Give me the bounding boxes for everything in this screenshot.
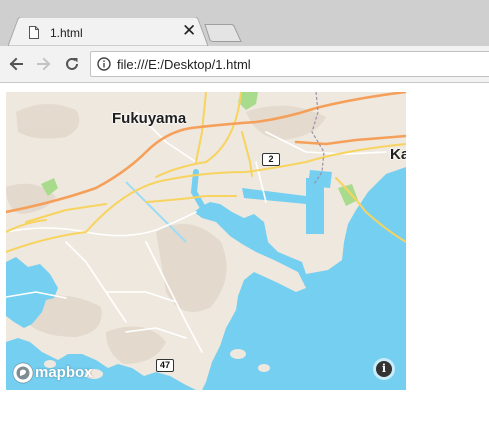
- mapbox-logo-text: mapbox: [35, 364, 93, 381]
- place-label-ka: Ka: [390, 146, 406, 163]
- back-arrow-icon[interactable]: [7, 55, 25, 73]
- info-icon: i: [376, 361, 392, 377]
- browser-toolbar: file:///E:/Desktop/1.html: [0, 46, 489, 83]
- route-shield-2: 2: [262, 153, 280, 166]
- new-tab-button[interactable]: [203, 24, 243, 42]
- route-shield-47: 47: [156, 359, 175, 372]
- attribution-info-button[interactable]: i: [373, 358, 395, 380]
- mapbox-logo[interactable]: mapbox: [12, 362, 104, 384]
- map-canvas[interactable]: Fukuyama Ka 2 47 mapbox i: [6, 92, 406, 390]
- map-basemap: [6, 92, 406, 390]
- forward-arrow-icon[interactable]: [35, 55, 53, 73]
- address-bar[interactable]: file:///E:/Desktop/1.html: [90, 51, 489, 77]
- document-icon: [29, 26, 39, 39]
- tab-1-html[interactable]: 1.html ✕: [8, 17, 208, 46]
- reload-icon[interactable]: [63, 55, 81, 73]
- tab-strip: 1.html ✕: [0, 0, 489, 46]
- close-tab-icon[interactable]: ✕: [182, 22, 196, 39]
- info-icon[interactable]: [97, 57, 111, 71]
- mapbox-logo-icon: [12, 362, 34, 384]
- url-text: file:///E:/Desktop/1.html: [117, 57, 251, 72]
- place-label-fukuyama: Fukuyama: [112, 110, 187, 127]
- tab-title: 1.html: [50, 26, 83, 40]
